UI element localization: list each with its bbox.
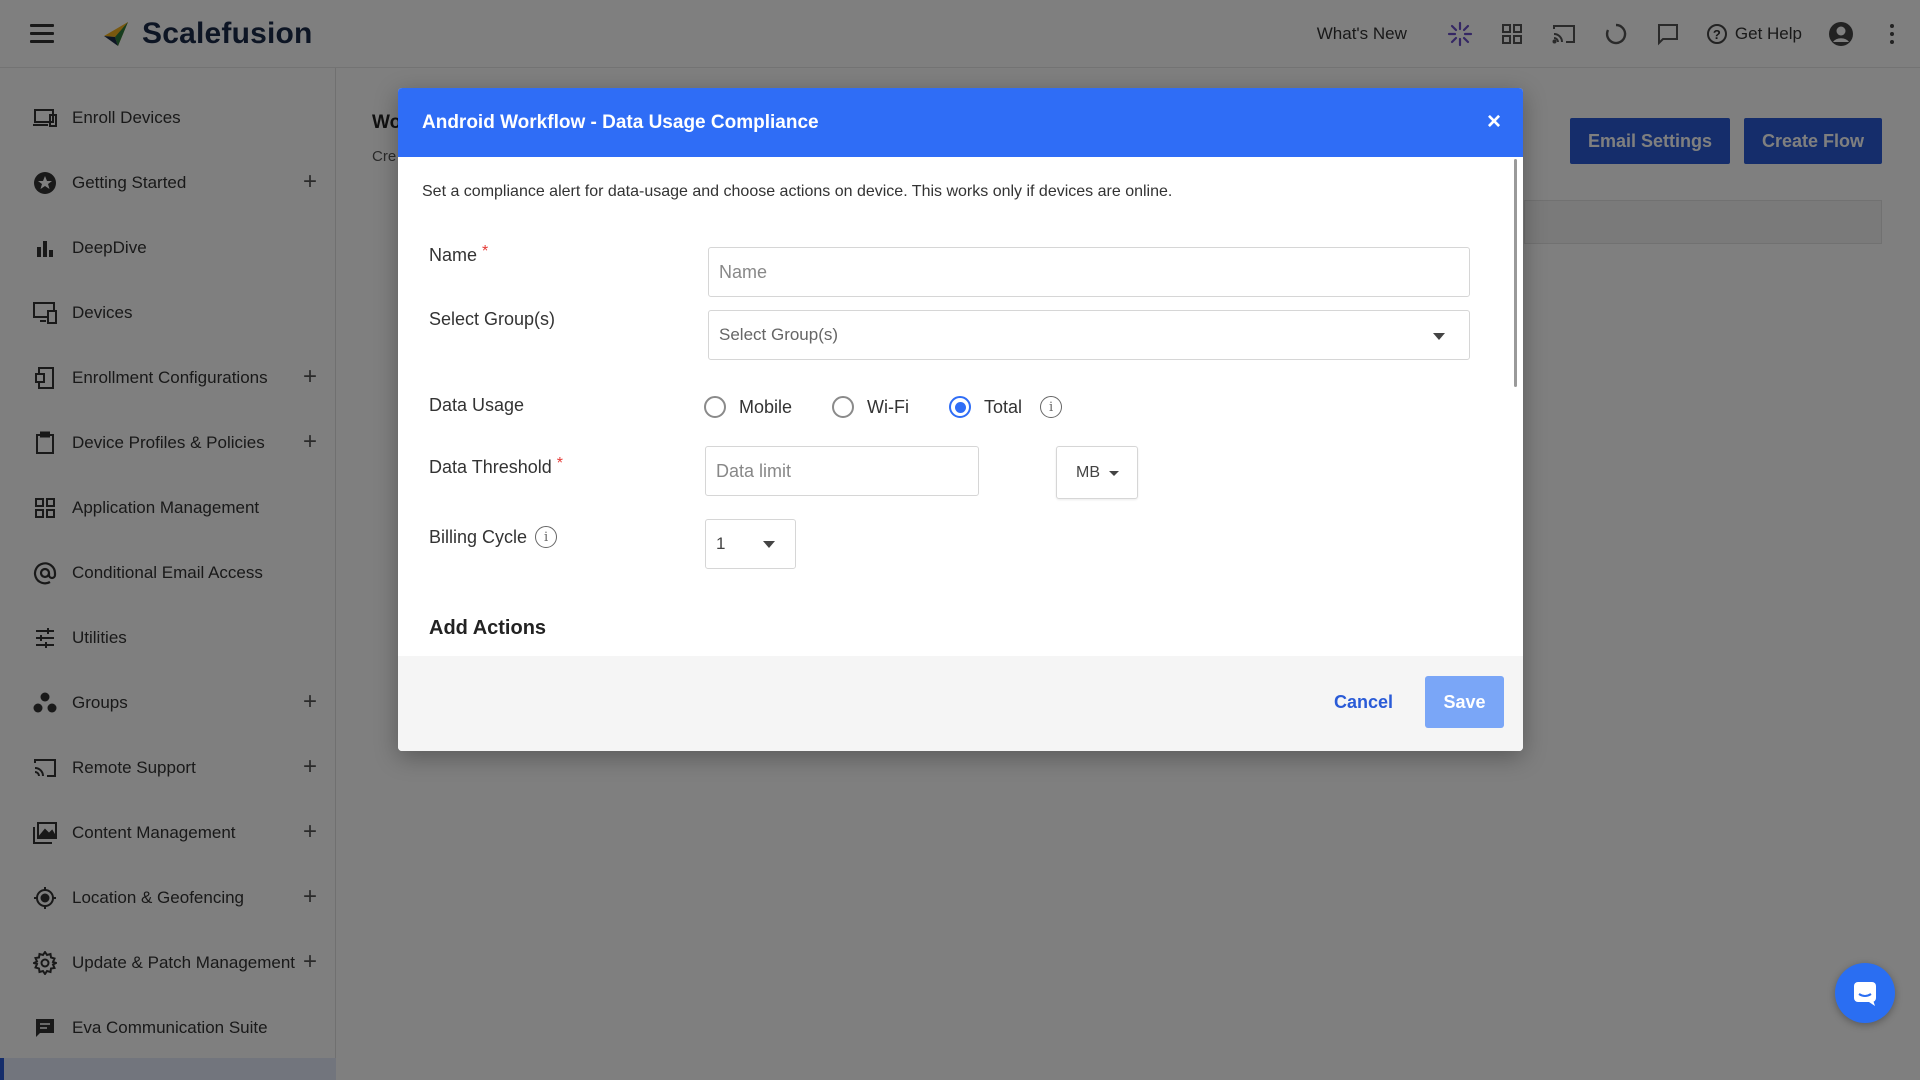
- info-icon[interactable]: i: [535, 526, 558, 548]
- radio-total-label: Total: [984, 396, 1023, 417]
- radio-mobile[interactable]: Mobile: [704, 396, 792, 418]
- radio-total-circle[interactable]: [949, 396, 972, 418]
- name-label: Name *: [429, 242, 489, 266]
- radio-wifi[interactable]: Wi-Fi: [832, 396, 909, 418]
- billing-cycle-value: 1: [716, 534, 726, 553]
- dialog-scrollbar[interactable]: [1514, 159, 1517, 387]
- groups-select-value: Select Group(s): [719, 325, 839, 344]
- dialog-body: Set a compliance alert for data-usage an…: [398, 157, 1523, 667]
- billing-cycle-select[interactable]: 1: [705, 519, 796, 569]
- data-limit-input[interactable]: [716, 447, 978, 495]
- data-limit-field[interactable]: [705, 446, 979, 496]
- data-usage-label: Data Usage: [429, 395, 525, 415]
- add-actions-heading: Add Actions: [429, 617, 547, 639]
- unit-dropdown[interactable]: MB: [1056, 446, 1138, 499]
- required-mark: *: [482, 242, 489, 260]
- radio-mobile-circle[interactable]: [704, 396, 726, 418]
- data-usage-compliance-dialog: Android Workflow - Data Usage Compliance…: [398, 88, 1523, 751]
- name-input[interactable]: [719, 248, 1469, 296]
- radio-wifi-circle[interactable]: [832, 396, 855, 418]
- close-icon[interactable]: ×: [1487, 108, 1501, 136]
- chat-bubble-icon: [1854, 982, 1876, 1006]
- name-label-text: Name: [429, 245, 478, 265]
- chevron-down-icon: [763, 541, 775, 548]
- dialog-footer: Cancel Save: [398, 656, 1523, 751]
- unit-dropdown-value: MB: [1076, 463, 1100, 481]
- save-button[interactable]: Save: [1425, 676, 1504, 728]
- groups-select[interactable]: Select Group(s): [708, 310, 1470, 360]
- radio-wifi-label: Wi-Fi: [867, 396, 910, 417]
- radio-mobile-label: Mobile: [739, 396, 793, 417]
- chevron-down-icon: [1109, 471, 1119, 476]
- chevron-down-icon: [1433, 333, 1445, 340]
- radio-total[interactable]: Total: [949, 396, 1022, 418]
- data-usage-radio-group: Mobile Wi-Fi Total i: [704, 392, 1063, 422]
- dialog-header: Android Workflow - Data Usage Compliance…: [398, 88, 1523, 157]
- info-icon[interactable]: i: [1040, 396, 1063, 418]
- required-mark: *: [556, 454, 563, 472]
- threshold-label: Data Threshold *: [429, 454, 563, 478]
- dialog-description: Set a compliance alert for data-usage an…: [422, 183, 1173, 200]
- cancel-button[interactable]: Cancel: [1334, 692, 1393, 713]
- groups-label: Select Group(s): [429, 309, 556, 329]
- billing-cycle-label: Billing Cycle i: [429, 526, 558, 548]
- name-field[interactable]: [708, 247, 1470, 297]
- dialog-title: Android Workflow - Data Usage Compliance: [422, 111, 819, 133]
- chat-launcher-button[interactable]: [1835, 963, 1895, 1023]
- billing-cycle-label-text: Billing Cycle: [429, 526, 528, 547]
- threshold-label-text: Data Threshold: [429, 457, 552, 477]
